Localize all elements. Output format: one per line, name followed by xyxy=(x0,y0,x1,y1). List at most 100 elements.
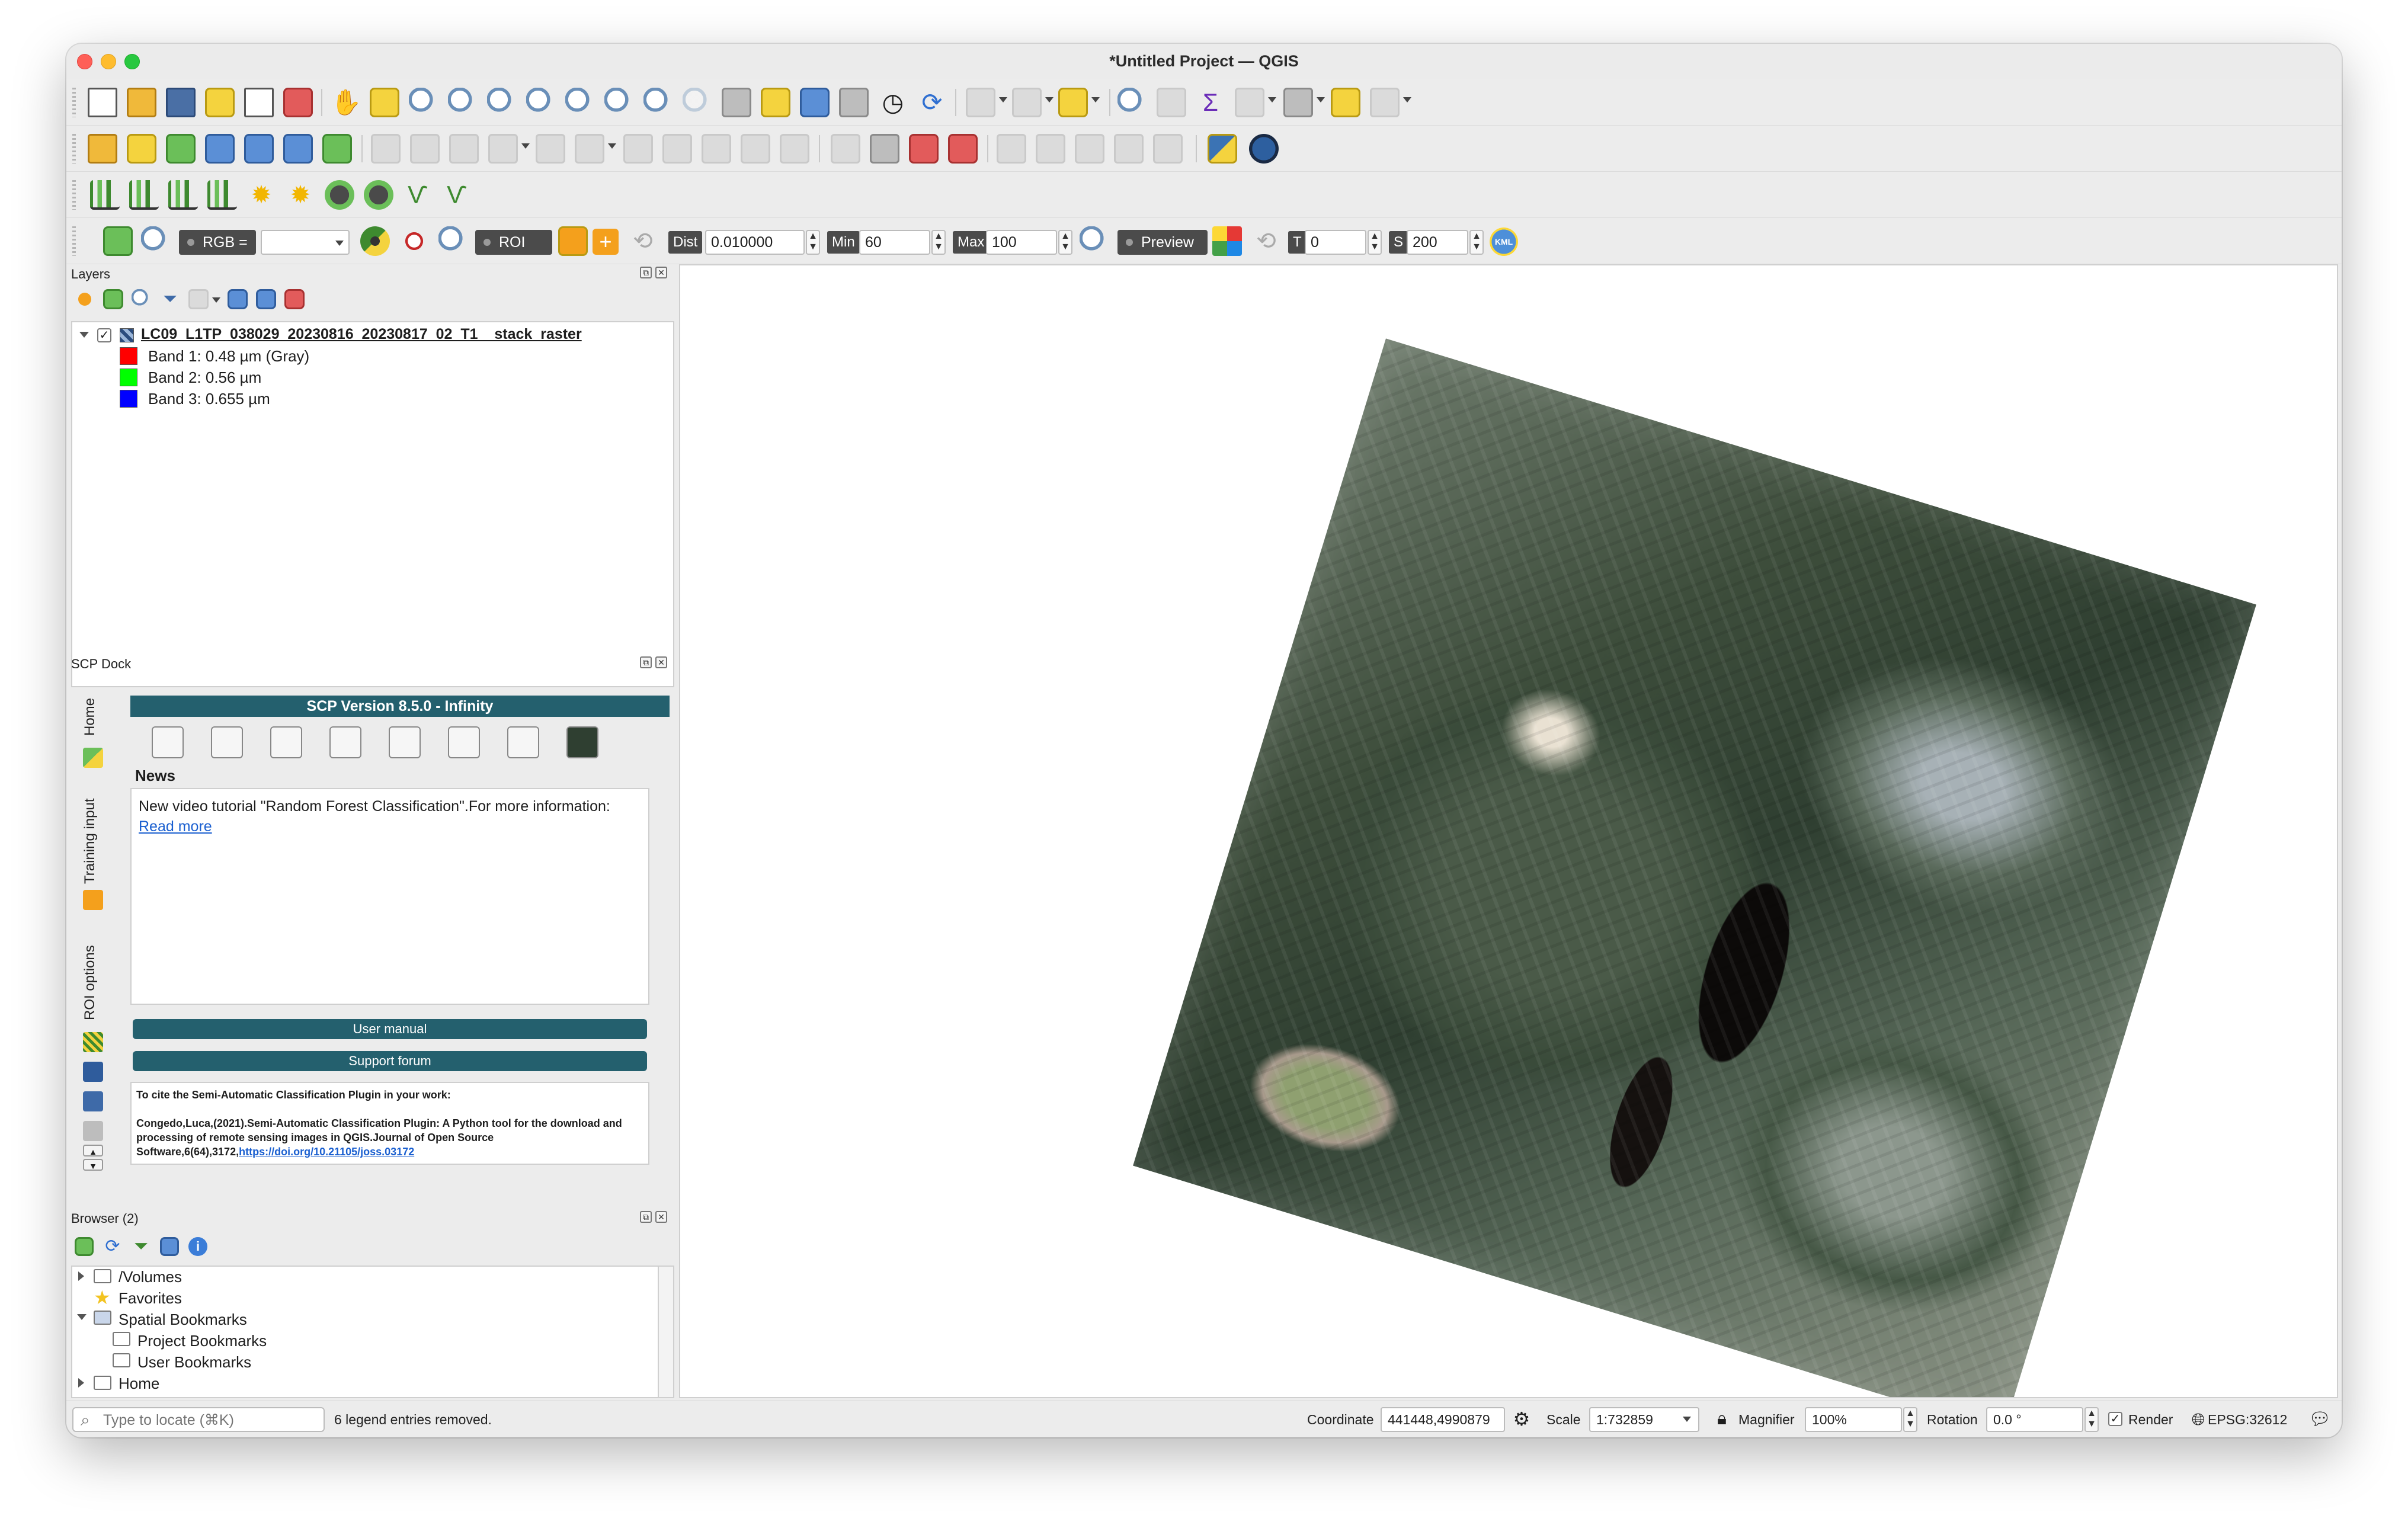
scroll-down-icon[interactable]: ▼ xyxy=(83,1159,103,1171)
redo-preview-icon[interactable]: ⟲ xyxy=(1251,226,1281,256)
label-icon[interactable] xyxy=(1153,134,1183,164)
browser-item-project-bookmarks[interactable]: Project Bookmarks xyxy=(137,1332,267,1350)
new-project-icon[interactable] xyxy=(88,88,117,117)
paste-icon[interactable] xyxy=(702,134,731,164)
roi-button[interactable]: ROI xyxy=(475,230,552,255)
current-edits-icon[interactable] xyxy=(371,134,401,164)
zoom-selection-icon[interactable] xyxy=(526,88,556,117)
redo-icon[interactable] xyxy=(780,134,809,164)
toolbar-grip[interactable] xyxy=(72,134,76,164)
label-icon[interactable] xyxy=(997,134,1026,164)
scp-zoom-preview-icon[interactable] xyxy=(1080,226,1109,256)
add-roi-icon[interactable]: + xyxy=(593,229,619,255)
float-panel-icon[interactable]: ⧉ xyxy=(640,656,652,668)
read-more-link[interactable]: Read more xyxy=(139,818,212,835)
globe-icon[interactable] xyxy=(1249,134,1279,164)
new-geopackage-icon[interactable] xyxy=(127,134,156,164)
scp-signature-icon[interactable] xyxy=(168,180,198,210)
messages-icon[interactable]: 💬︎ xyxy=(2307,1407,2332,1432)
dist-input[interactable]: 0.010000 xyxy=(705,230,805,255)
scp-roi-polygon-icon[interactable] xyxy=(558,226,588,256)
label-icon[interactable] xyxy=(1075,134,1104,164)
filter-browser-icon[interactable]: ⏷ xyxy=(132,1237,150,1256)
min-input[interactable]: 60 xyxy=(859,230,930,255)
t-input[interactable]: 0 xyxy=(1305,230,1366,255)
browser-item-home[interactable]: Home xyxy=(119,1375,159,1393)
tab-training-input[interactable]: Training input xyxy=(78,777,105,890)
spectral-plot-tab-icon[interactable] xyxy=(83,1121,103,1141)
field-calculator-icon[interactable] xyxy=(1235,88,1264,117)
collapse-all-icon[interactable] xyxy=(256,289,276,309)
pan-icon[interactable]: ✋ xyxy=(331,88,361,117)
user-manual-button[interactable]: User manual xyxy=(133,1019,647,1039)
expand-icon[interactable] xyxy=(78,1271,84,1281)
support-forum-button[interactable]: Support forum xyxy=(133,1051,647,1071)
digitize-icon[interactable] xyxy=(488,134,518,164)
chevron-down-icon[interactable] xyxy=(1683,1417,1691,1422)
chevron-down-icon[interactable] xyxy=(521,143,530,149)
coordinate-field[interactable]: 441448,4990879 xyxy=(1381,1407,1505,1432)
rotation-field[interactable]: 0.0 ° xyxy=(1986,1407,2083,1432)
band-set-icon[interactable] xyxy=(152,726,184,758)
band-2-label[interactable]: Band 2: 0.56 µm xyxy=(148,369,261,387)
scp-raster-add-icon[interactable]: Ѵ xyxy=(442,180,472,210)
s-input[interactable]: 200 xyxy=(1407,230,1468,255)
chevron-down-icon[interactable] xyxy=(1317,97,1325,102)
collapse-icon[interactable] xyxy=(77,1314,87,1320)
filter-expression-icon[interactable] xyxy=(188,289,209,309)
toolbar-grip[interactable] xyxy=(72,88,76,117)
style-manager-icon[interactable] xyxy=(283,88,313,117)
label-red-icon[interactable] xyxy=(948,134,978,164)
band-1-label[interactable]: Band 1: 0.48 µm (Gray) xyxy=(148,347,309,366)
vertex-tool-icon[interactable] xyxy=(536,134,565,164)
zoom-in-icon[interactable] xyxy=(409,88,438,117)
label-icon[interactable] xyxy=(831,134,860,164)
browser-scrollbar[interactable] xyxy=(658,1267,673,1397)
locator-input[interactable] xyxy=(103,1412,316,1428)
attribute-table-icon[interactable] xyxy=(1157,88,1186,117)
scp-sun-add-icon[interactable]: ✹ xyxy=(286,180,315,210)
label-icon[interactable] xyxy=(1036,134,1065,164)
dist-stepper[interactable]: ▲ ▼ xyxy=(806,230,820,255)
manage-map-themes-icon[interactable] xyxy=(132,289,152,309)
spectral-plot-icon[interactable] xyxy=(270,726,302,758)
band-3-label[interactable]: Band 3: 0.655 µm xyxy=(148,390,270,408)
cut-icon[interactable] xyxy=(623,134,653,164)
rgb-button[interactable]: RGB = xyxy=(179,230,256,255)
map-canvas[interactable] xyxy=(679,264,2338,1398)
float-panel-icon[interactable]: ⧉ xyxy=(640,1211,652,1223)
browser-item-favorites[interactable]: Favorites xyxy=(119,1289,182,1308)
scp-zoom-input-icon[interactable] xyxy=(141,226,171,256)
scp-vector-icon[interactable] xyxy=(364,180,393,210)
close-panel-icon[interactable]: ✕ xyxy=(655,1211,667,1223)
rotation-stepper[interactable]: ▲ ▼ xyxy=(2084,1407,2099,1432)
band-set-tab-icon[interactable] xyxy=(83,1062,103,1082)
add-group-icon[interactable] xyxy=(103,289,123,309)
toolbar-grip[interactable] xyxy=(72,226,76,256)
toolbar-grip[interactable] xyxy=(72,180,76,210)
kml-button[interactable]: KML xyxy=(1490,228,1518,256)
close-panel-icon[interactable]: ✕ xyxy=(655,656,667,668)
save-edits-icon[interactable] xyxy=(449,134,479,164)
save-project-icon[interactable] xyxy=(166,88,196,117)
browser-item-volumes[interactable]: /Volumes xyxy=(119,1268,182,1286)
min-stepper[interactable]: ▲ ▼ xyxy=(931,230,946,255)
zoom-out-icon[interactable] xyxy=(448,88,478,117)
select-features-icon[interactable] xyxy=(966,88,995,117)
zoom-full-icon[interactable] xyxy=(487,88,517,117)
zoom-native-icon[interactable] xyxy=(604,88,634,117)
print-layout-icon[interactable] xyxy=(244,88,274,117)
chevron-down-icon[interactable] xyxy=(1268,97,1276,102)
layer-style-icon[interactable] xyxy=(75,289,95,309)
preprocessing-icon[interactable] xyxy=(329,726,361,758)
new-spatialite-icon[interactable] xyxy=(205,134,235,164)
scroll-up-icon[interactable]: ▲ xyxy=(83,1145,103,1156)
expand-all-icon[interactable] xyxy=(228,289,248,309)
browser-item-user-bookmarks[interactable]: User Bookmarks xyxy=(137,1353,251,1372)
lock-scale-icon[interactable]: 🔒︎ xyxy=(1710,1406,1734,1432)
locator-bar[interactable]: ⌕ xyxy=(72,1407,325,1432)
band-processing-icon[interactable] xyxy=(389,726,421,758)
chevron-down-icon[interactable] xyxy=(1045,97,1054,102)
scp-roi-temp-icon[interactable] xyxy=(360,226,390,256)
open-datasource-icon[interactable] xyxy=(88,134,117,164)
